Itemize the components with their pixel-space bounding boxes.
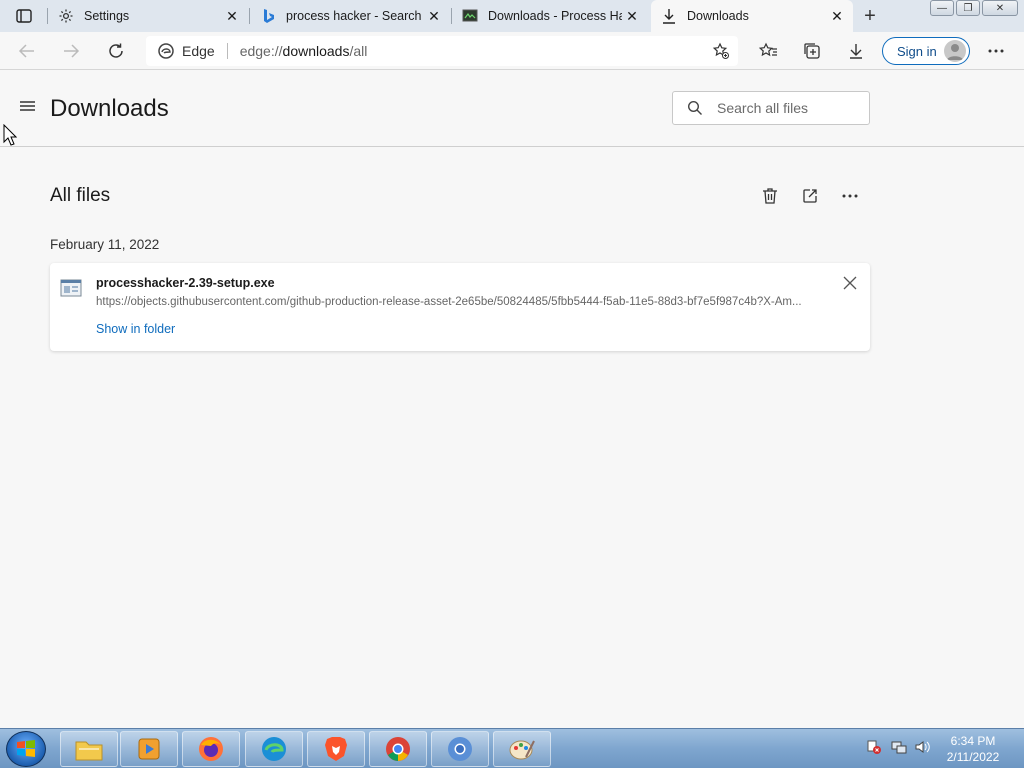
- search-icon: [687, 100, 703, 116]
- chromium-icon: [448, 737, 472, 761]
- edge-logo-icon: [158, 43, 174, 59]
- back-button[interactable]: [14, 39, 40, 63]
- taskbar-media-player[interactable]: [120, 731, 178, 767]
- mouse-cursor-icon: [3, 123, 18, 146]
- close-window-button[interactable]: ✕: [982, 0, 1018, 16]
- download-item[interactable]: processhacker-2.39-setup.exe https://obj…: [50, 263, 870, 351]
- taskbar-explorer[interactable]: [60, 731, 118, 767]
- firefox-icon: [199, 737, 223, 761]
- tab-actions-icon[interactable]: [10, 6, 38, 26]
- sign-in-button[interactable]: Sign in: [882, 37, 970, 65]
- download-source-url: https://objects.githubusercontent.com/gi…: [96, 296, 802, 308]
- restore-button[interactable]: ❐: [956, 0, 980, 16]
- tab-label: process hacker - Search: [286, 9, 422, 23]
- gear-icon: [58, 8, 74, 24]
- taskbar-firefox[interactable]: [182, 731, 240, 767]
- chrome-icon: [386, 737, 410, 761]
- paint-icon: [509, 740, 535, 760]
- tab-strip: Settings ✕ process hacker - Search ✕ Dow…: [0, 0, 1024, 32]
- browser-toolbar: Edge edge://downloads/all Sign in: [0, 32, 1024, 70]
- open-downloads-folder-icon[interactable]: [799, 185, 821, 207]
- close-tab-icon[interactable]: ✕: [424, 6, 444, 26]
- url-path: /all: [349, 43, 368, 59]
- network-icon[interactable]: [891, 739, 907, 755]
- tab-bing-search[interactable]: process hacker - Search ✕: [250, 0, 450, 32]
- action-center-icon[interactable]: [866, 739, 882, 755]
- settings-more-icon[interactable]: [986, 41, 1006, 61]
- add-favorite-icon[interactable]: [712, 42, 730, 60]
- favorites-icon[interactable]: [758, 41, 778, 61]
- taskbar-edge[interactable]: [245, 731, 303, 767]
- site-identity-label: Edge: [182, 43, 215, 59]
- search-input[interactable]: [717, 100, 857, 116]
- start-button[interactable]: [6, 731, 46, 767]
- edge-icon: [262, 737, 286, 761]
- refresh-button[interactable]: [103, 39, 129, 63]
- address-bar[interactable]: Edge edge://downloads/all: [146, 36, 738, 66]
- page-title: Downloads: [50, 95, 169, 122]
- url-scheme: edge://: [239, 43, 283, 59]
- tab-label: Downloads: [687, 9, 749, 23]
- url-text[interactable]: edge://downloads/all: [240, 43, 368, 59]
- close-tab-icon[interactable]: ✕: [827, 6, 847, 26]
- taskbar-paint[interactable]: [493, 731, 551, 767]
- more-options-icon[interactable]: [839, 185, 861, 207]
- tab-label: Settings: [84, 9, 130, 23]
- close-tab-icon[interactable]: ✕: [222, 6, 242, 26]
- volume-icon[interactable]: [914, 739, 930, 755]
- taskbar-brave[interactable]: [307, 731, 365, 767]
- folder-icon: [75, 741, 103, 761]
- downloads-toolbar-icon[interactable]: [846, 41, 866, 61]
- tab-label: Downloads - Process Hac: [488, 9, 622, 23]
- bing-icon: [260, 8, 276, 24]
- date-group-label: February 11, 2022: [50, 237, 160, 252]
- forward-button[interactable]: [58, 39, 84, 63]
- exe-file-icon: [60, 278, 82, 298]
- remove-download-icon[interactable]: [842, 275, 858, 291]
- delete-all-icon[interactable]: [759, 185, 781, 207]
- downloads-header: Downloads: [0, 71, 1024, 147]
- search-box[interactable]: [672, 91, 870, 125]
- url-host: downloads: [282, 43, 350, 59]
- minimize-button[interactable]: —: [930, 0, 954, 16]
- system-clock[interactable]: 6:34 PM 2/11/2022: [938, 733, 1008, 765]
- tab-downloads[interactable]: Downloads ✕: [651, 0, 853, 32]
- new-tab-button[interactable]: +: [858, 5, 882, 27]
- menu-icon[interactable]: [18, 98, 38, 114]
- section-title: All files: [50, 185, 111, 206]
- show-in-folder-link[interactable]: Show in folder: [96, 322, 175, 336]
- process-hacker-icon: [462, 8, 478, 24]
- tab-process-hacker-downloads[interactable]: Downloads - Process Hac ✕: [452, 0, 650, 32]
- sign-in-label: Sign in: [897, 43, 937, 59]
- brave-icon: [325, 737, 347, 761]
- windows-logo-icon: [17, 740, 35, 757]
- taskbar-chromium[interactable]: [431, 731, 489, 767]
- taskbar-chrome[interactable]: [369, 731, 427, 767]
- close-tab-icon[interactable]: ✕: [622, 6, 642, 26]
- download-icon: [661, 8, 677, 24]
- clock-time: 6:34 PM: [950, 734, 996, 748]
- download-filename[interactable]: processhacker-2.39-setup.exe: [96, 276, 275, 290]
- window-controls: — ❐ ✕: [928, 0, 1018, 18]
- avatar-icon: [944, 40, 966, 62]
- clock-date: 2/11/2022: [946, 750, 1000, 764]
- collections-icon[interactable]: [802, 41, 822, 61]
- media-player-icon: [138, 738, 160, 760]
- tab-settings[interactable]: Settings ✕: [48, 0, 248, 32]
- taskbar: 6:34 PM 2/11/2022: [0, 728, 1024, 768]
- divider: [226, 43, 228, 59]
